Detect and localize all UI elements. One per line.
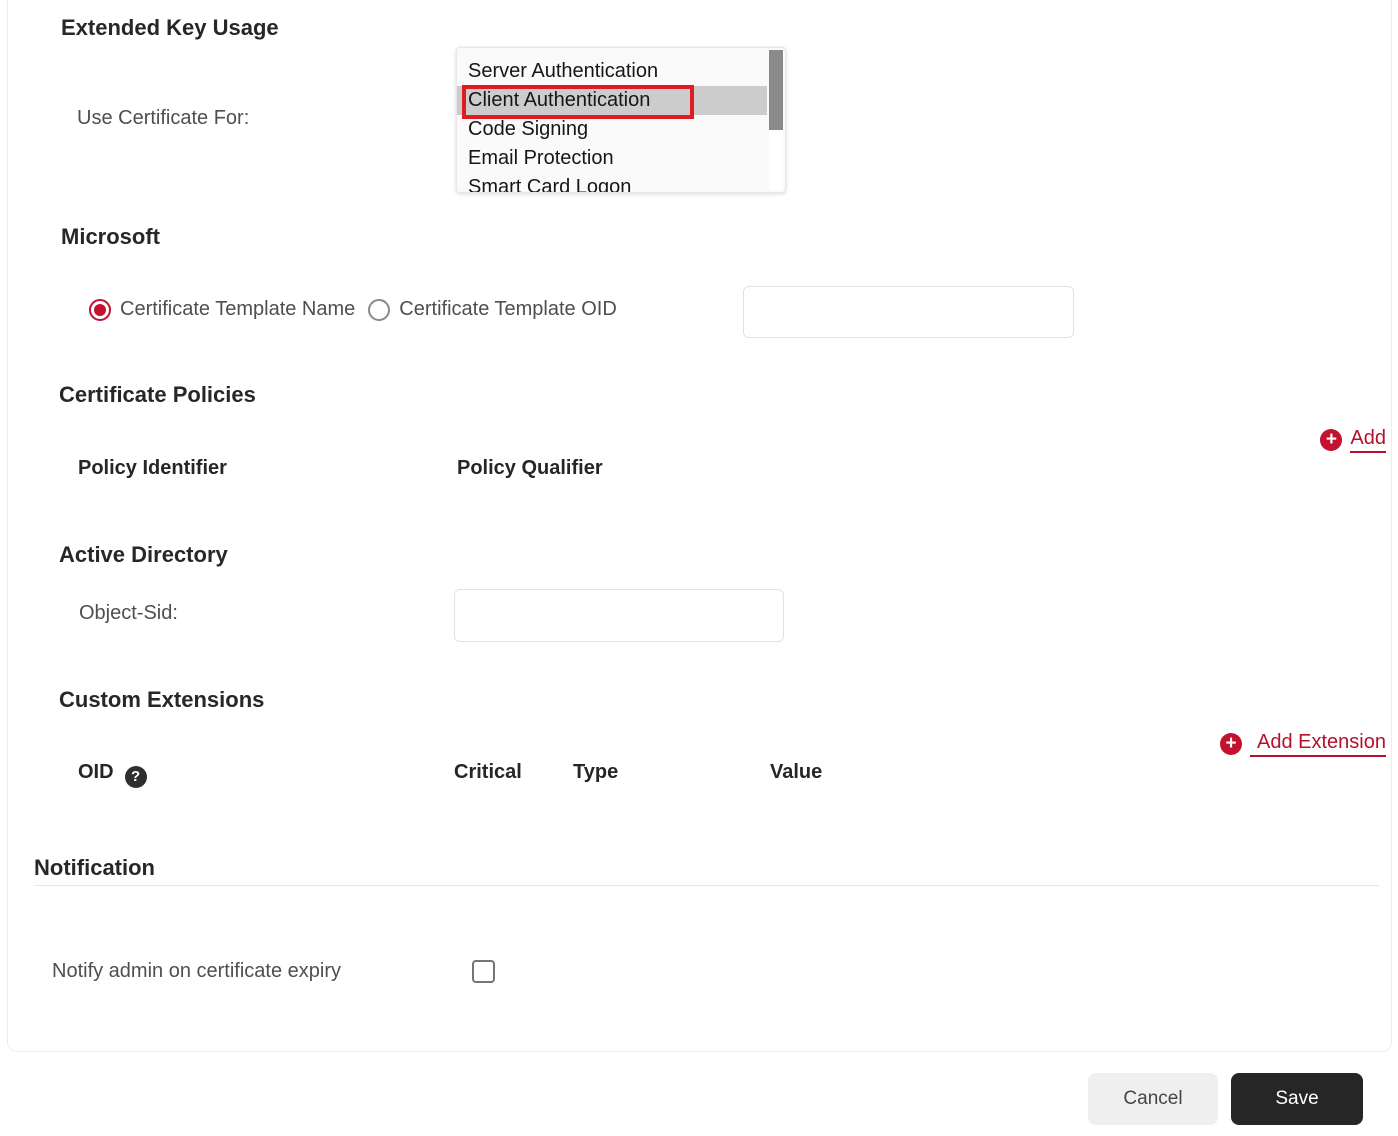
add-extension-link[interactable]: + Add Extension bbox=[1220, 731, 1386, 757]
oid-column-header: OID? bbox=[78, 761, 147, 788]
notify-admin-checkbox[interactable] bbox=[472, 960, 495, 983]
list-option[interactable]: Email Protection bbox=[457, 144, 767, 173]
value-column-header: Value bbox=[770, 761, 822, 784]
object-sid-label: Object-Sid: bbox=[79, 602, 178, 625]
add-extension-link-label: Add Extension bbox=[1250, 731, 1386, 757]
template-oid-radio-label: Certificate Template OID bbox=[399, 298, 617, 321]
active-directory-title: Active Directory bbox=[59, 542, 228, 568]
object-sid-input[interactable] bbox=[454, 589, 784, 642]
type-column-header: Type bbox=[573, 761, 618, 784]
notification-title: Notification bbox=[34, 855, 155, 881]
extended-key-usage-title: Extended Key Usage bbox=[61, 15, 279, 41]
add-policy-link-label: Add bbox=[1350, 427, 1386, 453]
use-certificate-for-label: Use Certificate For: bbox=[77, 107, 249, 130]
notify-admin-label: Notify admin on certificate expiry bbox=[52, 960, 341, 983]
custom-extensions-title: Custom Extensions bbox=[59, 687, 264, 713]
template-name-radio-label: Certificate Template Name bbox=[120, 298, 355, 321]
certificate-template-radio-group: Certificate Template Name Certificate Te… bbox=[89, 298, 617, 321]
policy-identifier-column-header: Policy Identifier bbox=[78, 457, 227, 480]
list-option[interactable]: Smart Card Logon bbox=[457, 173, 767, 193]
plus-icon: + bbox=[1220, 733, 1242, 755]
template-oid-radio[interactable] bbox=[368, 299, 390, 321]
list-option[interactable]: Code Signing bbox=[457, 115, 767, 144]
certificate-template-input[interactable] bbox=[743, 286, 1074, 338]
critical-column-header: Critical bbox=[454, 761, 522, 784]
notification-divider bbox=[34, 885, 1379, 886]
cancel-button[interactable]: Cancel bbox=[1088, 1073, 1218, 1125]
add-policy-link[interactable]: + Add bbox=[1320, 427, 1386, 453]
list-option[interactable]: Server Authentication bbox=[457, 57, 767, 86]
help-icon[interactable]: ? bbox=[125, 766, 147, 788]
listbox-scrollbar[interactable] bbox=[769, 50, 783, 190]
use-certificate-for-listbox[interactable]: Server Authentication Client Authenticat… bbox=[456, 47, 786, 193]
plus-icon: + bbox=[1320, 429, 1342, 451]
list-option-selected[interactable]: Client Authentication bbox=[457, 86, 767, 115]
microsoft-title: Microsoft bbox=[61, 224, 160, 250]
policy-qualifier-column-header: Policy Qualifier bbox=[457, 457, 603, 480]
listbox-scrollbar-thumb[interactable] bbox=[769, 50, 783, 130]
certificate-policies-title: Certificate Policies bbox=[59, 382, 256, 408]
save-button[interactable]: Save bbox=[1231, 1073, 1363, 1125]
template-name-radio[interactable] bbox=[89, 299, 111, 321]
certificate-profile-panel: Extended Key Usage Use Certificate For: … bbox=[7, 0, 1392, 1052]
radio-dot-icon bbox=[94, 304, 106, 316]
